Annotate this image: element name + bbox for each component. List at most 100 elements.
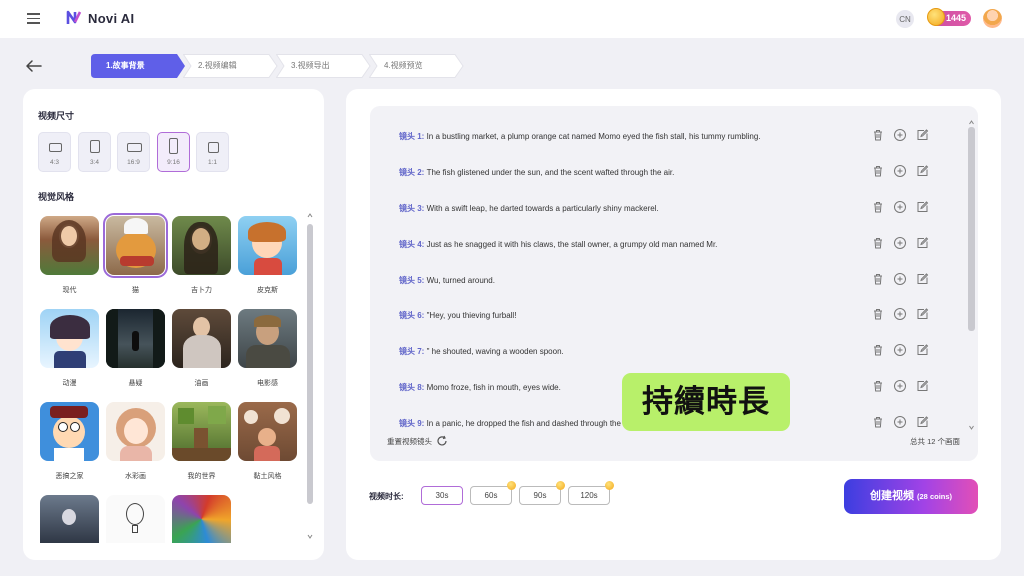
trash-icon[interactable] [871,272,885,286]
scene-actions [871,236,933,250]
duration-30s[interactable]: 30s [421,486,463,505]
scene-row[interactable]: 镜头 1: In a bustling market, a plump oran… [399,131,899,142]
user-avatar[interactable] [983,9,1002,28]
ratio-3-4[interactable]: 3:4 [78,132,111,172]
coin-icon [605,481,614,490]
scene-row[interactable]: 镜头 3: With a swift leap, he darted towar… [399,203,899,214]
duration-overlay-caption: 持續時長 [622,373,790,431]
style-minecraft[interactable]: 我的世界 [172,402,232,480]
add-circle-icon[interactable] [893,415,907,429]
add-circle-icon[interactable] [893,272,907,286]
step-video-preview[interactable]: 4.视频预览 [369,54,464,78]
language-icon[interactable]: CN [896,10,914,28]
style-modern[interactable]: 现代 [40,216,100,294]
trash-icon[interactable] [871,200,885,214]
add-circle-icon[interactable] [893,236,907,250]
ratio-9-16[interactable]: 9:16 [157,132,190,172]
scene-row[interactable]: 镜头 2: The fish glistened under the sun, … [399,167,899,178]
style-cat[interactable]: 猫 [103,213,168,294]
medal-icon [927,8,945,26]
scene-row[interactable]: 镜头 7: " he shouted, waving a wooden spoo… [399,346,899,357]
visual-style-title: 视觉风格 [38,192,75,202]
top-bar: Novi AI CN 1445 [0,0,1024,38]
step-label: 1.故事背景 [106,61,145,70]
edit-icon[interactable] [915,379,929,393]
reset-scenes-button[interactable]: 重置视频镜头 [387,435,448,447]
create-video-button[interactable]: 创建视频 (28 coins) [844,479,978,514]
step-story-background[interactable]: 1.故事背景 [91,54,185,78]
scene-actions [871,164,933,178]
duration-120s[interactable]: 120s [568,481,614,505]
app-logo[interactable]: Novi AI [66,10,134,26]
add-circle-icon[interactable] [893,307,907,321]
style-watercolor[interactable]: 水彩画 [106,402,166,480]
novi-logo-icon [66,10,82,24]
trash-icon[interactable] [871,236,885,250]
scene-actions [871,200,933,214]
duration-60s[interactable]: 60s [470,481,516,505]
menu-icon[interactable] [27,13,40,24]
scene-panel: 镜头 1: In a bustling market, a plump oran… [346,89,1001,560]
total-scenes: 总共 12 个画面 [909,437,960,446]
scene-scrollbar[interactable] [968,127,975,331]
step-video-edit[interactable]: 2.视频编辑 [183,54,278,78]
style-family-guy[interactable]: 恶搞之家 [40,402,100,480]
scene-actions [871,128,933,142]
trash-icon[interactable] [871,307,885,321]
edit-icon[interactable] [915,236,929,250]
style-clay[interactable]: 黏土风格 [238,402,298,480]
add-circle-icon[interactable] [893,128,907,142]
reset-scenes-label: 重置视频镜头 [387,436,432,446]
scene-actions [871,343,933,357]
trash-icon[interactable] [871,415,885,429]
coin-icon [556,481,565,490]
edit-icon[interactable] [915,343,929,357]
scene-actions [871,415,933,429]
scene-row[interactable]: 镜头 6: "Hey, you thieving furball! [399,310,899,321]
edit-icon[interactable] [915,200,929,214]
style-cinematic[interactable]: 电影感 [238,309,298,387]
style-pixar[interactable]: 皮克斯 [238,216,298,294]
trash-icon[interactable] [871,379,885,393]
video-size-title: 视频尺寸 [38,111,75,121]
step-label: 2.视频编辑 [198,61,237,70]
trash-icon[interactable] [871,343,885,357]
scene-row[interactable]: 镜头 4: Just as he snagged it with his cla… [399,239,899,250]
add-circle-icon[interactable] [893,164,907,178]
step-label: 3.视频导出 [291,61,330,70]
step-video-export[interactable]: 3.视频导出 [276,54,371,78]
duration-label: 视频时长: [369,492,404,501]
scene-actions [871,272,933,286]
add-circle-icon[interactable] [893,343,907,357]
step-label: 4.视频预览 [384,61,423,70]
app-name: Novi AI [88,10,135,26]
style-mystery[interactable]: 悬疑 [106,309,166,387]
style-oil-painting[interactable]: 油画 [172,309,232,387]
style-ghibli[interactable]: 吉卜力 [172,216,232,294]
style-anime[interactable]: 动漫 [40,309,100,387]
style-gothic[interactable] [40,495,100,543]
scene-row[interactable]: 镜头 5: Wu, turned around. [399,275,899,286]
ratio-4-3[interactable]: 4:3 [38,132,71,172]
coin-icon [507,481,516,490]
scene-actions [871,379,933,393]
duration-90s[interactable]: 90s [519,481,565,505]
settings-panel: 视频尺寸 4:3 3:4 16:9 9:16 1:1 视觉风格 现代 猫 吉卜力… [23,89,324,560]
ratio-16-9[interactable]: 16:9 [117,132,150,172]
style-sketch[interactable] [106,495,166,543]
add-circle-icon[interactable] [893,200,907,214]
refresh-icon [437,435,447,446]
ratio-1-1[interactable]: 1:1 [196,132,229,172]
edit-icon[interactable] [915,272,929,286]
edit-icon[interactable] [915,415,929,429]
trash-icon[interactable] [871,128,885,142]
style-stained-glass[interactable] [172,495,232,543]
trash-icon[interactable] [871,164,885,178]
edit-icon[interactable] [915,164,929,178]
edit-icon[interactable] [915,307,929,321]
scene-actions [871,307,933,321]
back-arrow-icon[interactable] [24,56,44,76]
edit-icon[interactable] [915,128,929,142]
style-scrollbar[interactable] [307,224,313,504]
add-circle-icon[interactable] [893,379,907,393]
